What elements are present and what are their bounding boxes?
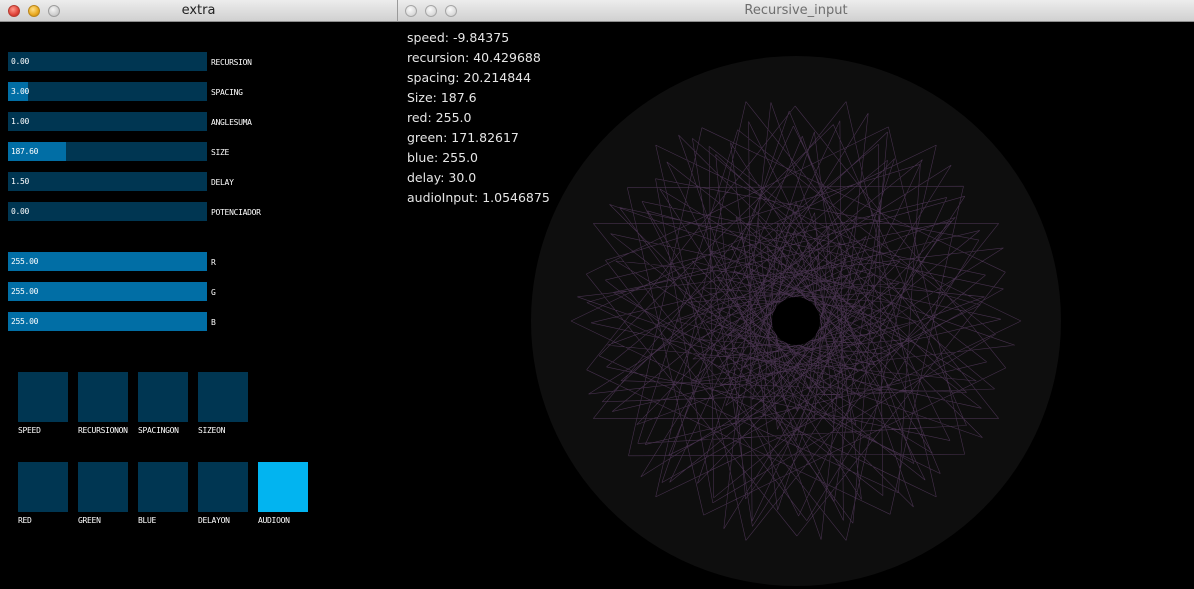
- slider-label: R: [211, 258, 216, 267]
- slider-value: 0.00: [11, 57, 30, 66]
- toggle-green[interactable]: [78, 462, 128, 512]
- title-bar[interactable]: Recursive_input: [398, 0, 1194, 22]
- toggle-spacingon[interactable]: [138, 372, 188, 422]
- toggle-label: RED: [18, 516, 32, 525]
- slider-label: SPACING: [211, 88, 243, 97]
- toggle-label: SPACINGON: [138, 426, 179, 435]
- slider-value: 255.00: [11, 317, 39, 326]
- readout-size: Size: 187.6: [407, 90, 477, 105]
- slider-label: RECURSION: [211, 58, 252, 67]
- parameter-readout: speed: -9.84375 recursion: 40.429688 spa…: [407, 28, 550, 208]
- readout-audioinput: audioInput: 1.0546875: [407, 190, 550, 205]
- slider-g[interactable]: 255.00: [8, 282, 207, 301]
- readout-speed: speed: -9.84375: [407, 30, 510, 45]
- readout-green: green: 171.82617: [407, 130, 519, 145]
- slider-label: G: [211, 288, 216, 297]
- toggle-label: GREEN: [78, 516, 101, 525]
- slider-label: B: [211, 318, 216, 327]
- toggle-label: AUDIOON: [258, 516, 290, 525]
- toggle-audioon[interactable]: [258, 462, 308, 512]
- window-title: Recursive_input: [744, 3, 848, 18]
- toggle-label: DELAYON: [198, 516, 230, 525]
- title-bar[interactable]: extra: [0, 0, 398, 22]
- slider-value: 255.00: [11, 257, 39, 266]
- slider-size[interactable]: 187.60: [8, 142, 207, 161]
- slider-potenciador[interactable]: 0.00: [8, 202, 207, 221]
- slider-recursion[interactable]: 0.00: [8, 52, 207, 71]
- toggle-label: BLUE: [138, 516, 157, 525]
- toggle-label: RECURSIONON: [78, 426, 128, 435]
- toggle-red[interactable]: [18, 462, 68, 512]
- extra-window: extra 0.00 RECURSION 3.00 SPACING 1.00 A…: [0, 0, 398, 589]
- readout-blue: blue: 255.0: [407, 150, 478, 165]
- toggle-delayon[interactable]: [198, 462, 248, 512]
- slider-label: POTENCIADOR: [211, 208, 261, 217]
- readout-recursion: recursion: 40.429688: [407, 50, 541, 65]
- slider-label: ANGLESUMA: [211, 118, 252, 127]
- slider-value: 1.50: [11, 177, 30, 186]
- recursive-input-window: Recursive_input speed: -9.84375 recursio…: [398, 0, 1194, 589]
- toggle-blue[interactable]: [138, 462, 188, 512]
- slider-b[interactable]: 255.00: [8, 312, 207, 331]
- slider-anglesuma[interactable]: 1.00: [8, 112, 207, 131]
- toggle-sizeon[interactable]: [198, 372, 248, 422]
- slider-value: 255.00: [11, 287, 39, 296]
- slider-delay[interactable]: 1.50: [8, 172, 207, 191]
- slider-value: 3.00: [11, 87, 30, 96]
- toggle-label: SPEED: [18, 426, 41, 435]
- toggle-label: SIZEON: [198, 426, 226, 435]
- readout-red: red: 255.0: [407, 110, 472, 125]
- window-title: extra: [181, 3, 216, 18]
- toggle-recursionon[interactable]: [78, 372, 128, 422]
- slider-label: SIZE: [211, 148, 230, 157]
- slider-value: 187.60: [11, 147, 39, 156]
- slider-value: 0.00: [11, 207, 30, 216]
- slider-spacing[interactable]: 3.00: [8, 82, 207, 101]
- readout-delay: delay: 30.0: [407, 170, 477, 185]
- toggle-speed[interactable]: [18, 372, 68, 422]
- readout-spacing: spacing: 20.214844: [407, 70, 532, 85]
- slider-r[interactable]: 255.00: [8, 252, 207, 271]
- slider-label: DELAY: [211, 178, 234, 187]
- slider-value: 1.00: [11, 117, 30, 126]
